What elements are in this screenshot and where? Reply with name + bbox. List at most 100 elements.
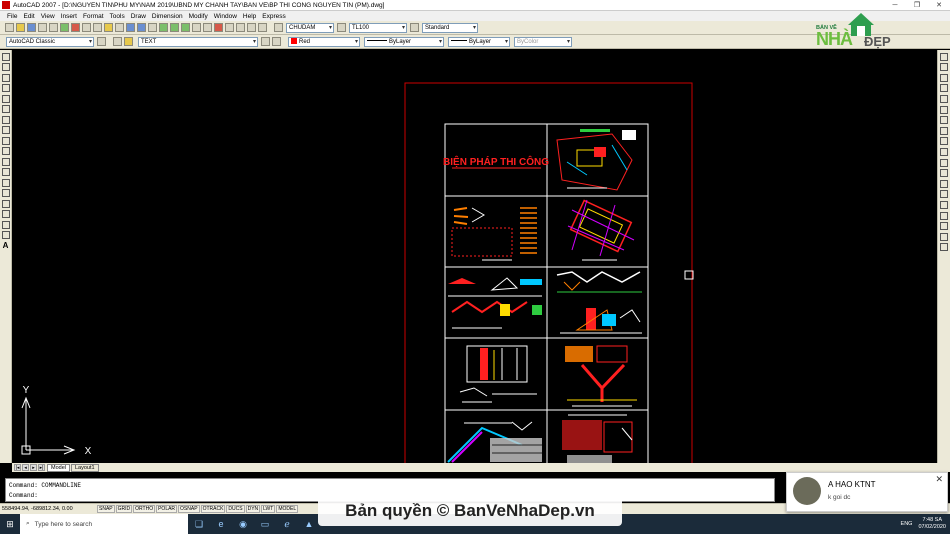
menu-express[interactable]: Express [259, 13, 288, 20]
region-tool-icon[interactable] [1, 220, 10, 229]
chamfer-tool-icon[interactable] [940, 200, 948, 209]
print-icon[interactable] [38, 23, 47, 32]
ducs-toggle[interactable]: DUCS [226, 505, 245, 513]
menu-help[interactable]: Help [240, 13, 259, 20]
ortho-toggle[interactable]: ORTHO [133, 505, 156, 513]
markup-icon[interactable] [236, 23, 245, 32]
offset-tool-icon[interactable] [940, 84, 948, 93]
design-center-icon[interactable] [203, 23, 212, 32]
cut-icon[interactable] [71, 23, 80, 32]
undo-icon[interactable] [126, 23, 135, 32]
menu-file[interactable]: File [4, 13, 20, 20]
explode-tool-icon[interactable] [940, 222, 948, 231]
file-explorer-icon[interactable]: ▭ [254, 514, 276, 534]
dimension-tool-icon[interactable] [940, 232, 948, 241]
tab-model[interactable]: Model [47, 463, 70, 472]
ellipse-tool-icon[interactable] [1, 147, 10, 155]
text-style-select[interactable]: CHUDAM [286, 22, 334, 33]
menu-edit[interactable]: Edit [20, 13, 37, 20]
mtext-tool-icon[interactable]: A [2, 241, 10, 250]
color-select[interactable]: Red [288, 36, 360, 47]
spline-tool-icon[interactable] [1, 136, 10, 145]
properties-tool-icon[interactable] [940, 243, 948, 252]
layer-select[interactable]: TEXT [138, 36, 258, 47]
pan-icon[interactable] [148, 23, 157, 32]
rotate-tool-icon[interactable] [940, 116, 948, 125]
open-file-icon[interactable] [16, 23, 25, 32]
menu-dimension[interactable]: Dimension [149, 13, 186, 20]
plot-preview-icon[interactable] [49, 23, 58, 32]
break-tool-icon[interactable] [940, 179, 948, 188]
circle-tool-icon[interactable] [1, 115, 10, 124]
break-at-point-tool-icon[interactable] [940, 169, 948, 178]
erase-tool-icon[interactable] [940, 52, 948, 61]
dyn-toggle[interactable]: DYN [245, 505, 261, 513]
lwt-toggle[interactable]: LWT [261, 505, 276, 513]
copy-tool-icon[interactable] [940, 63, 948, 72]
menu-insert[interactable]: Insert [58, 13, 80, 20]
join-tool-icon[interactable] [940, 190, 948, 199]
close-button[interactable]: ✕ [928, 0, 950, 11]
zoom-realtime-icon[interactable] [159, 23, 168, 32]
taskbar-search[interactable]: ⌕ Type here to search [20, 514, 188, 534]
plotstyle-select[interactable]: ByColor [514, 36, 572, 47]
scale-tool-icon[interactable] [940, 126, 948, 135]
tab-first-icon[interactable]: |◂ [14, 464, 21, 471]
point-tool-icon[interactable] [1, 189, 10, 197]
redo-icon[interactable] [137, 23, 146, 32]
help-icon[interactable] [258, 23, 267, 32]
zoom-previous-icon[interactable] [181, 23, 190, 32]
chat-notification[interactable]: A HAO KTNT k goi dc ✕ [786, 472, 948, 512]
autocad-taskbar-icon[interactable]: ▲ [298, 514, 320, 534]
linetype-select[interactable]: ByLayer [364, 36, 444, 47]
snap-toggle[interactable]: SNAP [97, 505, 115, 513]
arc-tool-icon[interactable] [1, 105, 10, 113]
make-block-tool-icon[interactable] [1, 178, 10, 187]
line-tool-icon[interactable] [1, 52, 10, 61]
fillet-tool-icon[interactable] [940, 211, 948, 220]
stretch-tool-icon[interactable] [940, 137, 948, 146]
language-indicator[interactable]: ENG [901, 521, 913, 527]
publish-icon[interactable] [60, 23, 69, 32]
tool-palettes-icon[interactable] [214, 23, 223, 32]
layer-previous-icon[interactable] [272, 37, 281, 46]
lineweight-select[interactable]: ByLayer [448, 36, 510, 47]
tab-layout1[interactable]: Layout1 [70, 463, 99, 472]
otrack-toggle[interactable]: OTRACK [200, 505, 226, 513]
text-style-icon[interactable] [274, 23, 283, 32]
menu-tools[interactable]: Tools [107, 13, 128, 20]
array-tool-icon[interactable] [940, 94, 948, 103]
polar-toggle[interactable]: POLAR [156, 505, 178, 513]
menu-draw[interactable]: Draw [128, 13, 149, 20]
extend-tool-icon[interactable] [940, 158, 948, 167]
properties-icon[interactable] [192, 23, 201, 32]
table-style-select[interactable]: Standard [422, 22, 478, 33]
sheet-set-icon[interactable] [225, 23, 234, 32]
workspace-select[interactable]: AutoCAD Classic [6, 36, 94, 47]
osnap-toggle[interactable]: OSNAP [178, 505, 200, 513]
tab-prev-icon[interactable]: ◂ [22, 464, 29, 471]
polyline-tool-icon[interactable] [1, 73, 10, 82]
model-toggle[interactable]: MODEL [276, 505, 299, 513]
close-icon[interactable]: ✕ [935, 474, 943, 485]
clock[interactable]: 7:48 SA 07/02/2020 [918, 517, 946, 531]
layer-manager-icon[interactable] [113, 37, 122, 46]
internet-explorer-icon[interactable]: ℯ [276, 514, 298, 534]
insert-block-tool-icon[interactable] [1, 168, 10, 176]
tab-last-icon[interactable]: ▸| [38, 464, 45, 471]
grid-toggle[interactable]: GRID [115, 505, 133, 513]
tab-next-icon[interactable]: ▸ [30, 464, 37, 471]
construction-line-tool-icon[interactable] [1, 63, 10, 71]
menu-modify[interactable]: Modify [186, 13, 211, 20]
dim-style-select[interactable]: TL100 [349, 22, 407, 33]
menu-window[interactable]: Window [211, 13, 240, 20]
make-current-layer-icon[interactable] [261, 37, 270, 46]
chrome-browser-icon[interactable]: ◉ [232, 514, 254, 534]
table-tool-icon[interactable] [1, 231, 10, 239]
new-file-icon[interactable] [5, 23, 14, 32]
rectangle-tool-icon[interactable] [1, 94, 10, 103]
drawing-canvas[interactable]: BIỆN PHÁP THI CÔNG Y X [12, 50, 937, 463]
layer-state-icon[interactable] [124, 37, 133, 46]
windows-start-icon[interactable]: ⊞ [0, 514, 20, 534]
edge-browser-icon[interactable]: e [210, 514, 232, 534]
